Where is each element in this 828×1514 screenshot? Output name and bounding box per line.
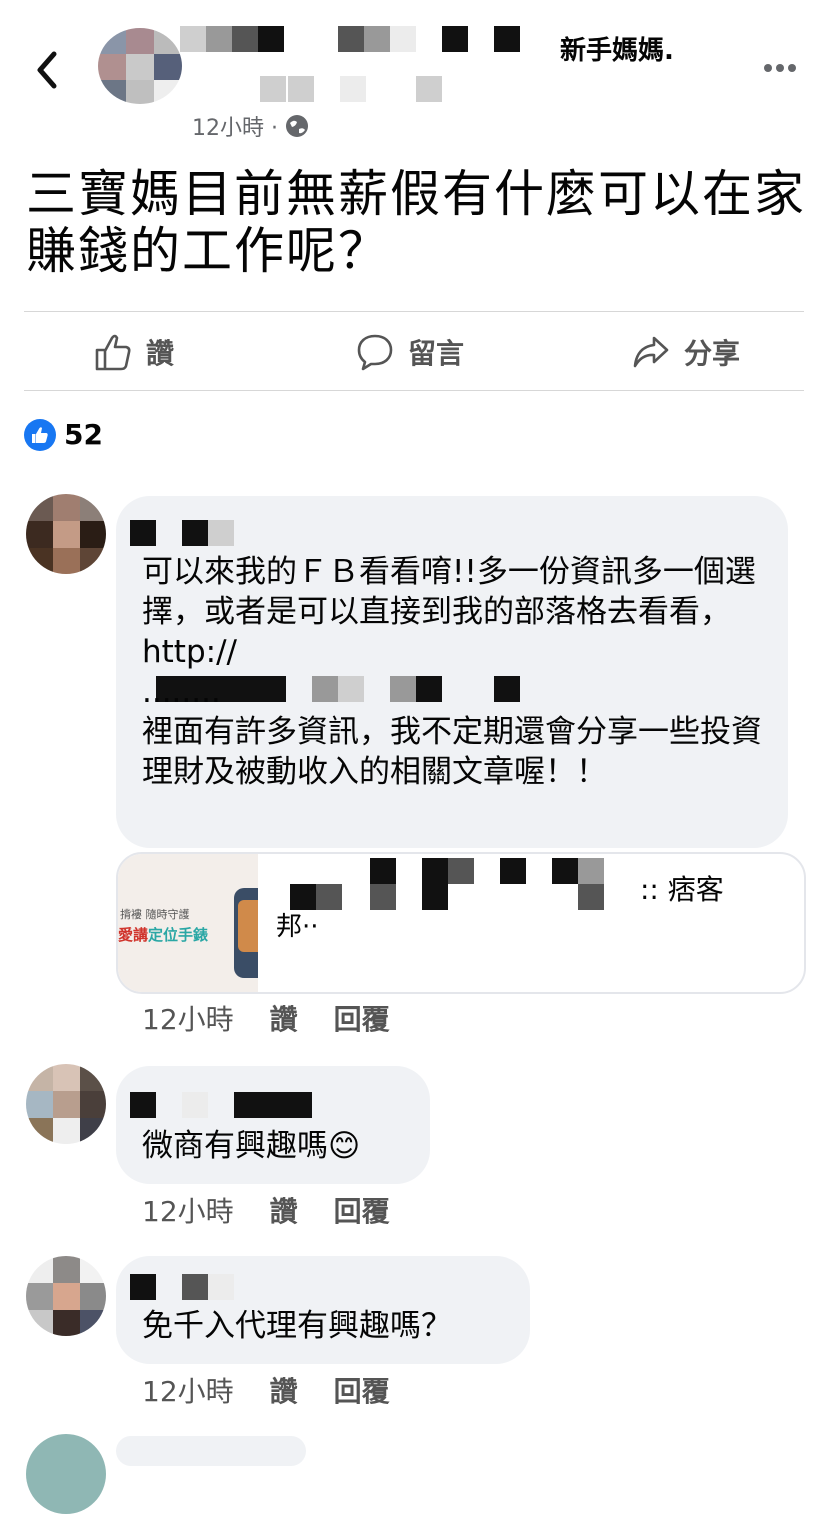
divider-bottom (24, 390, 804, 391)
share-arrow-icon (633, 336, 669, 368)
comment-meta: 12小時 讚 回覆 (142, 998, 390, 1038)
like-label: 讚 (146, 337, 175, 370)
link-preview-image: 揹褸 隨時守護 愛講定位手錶 (118, 854, 258, 992)
commenter-name-redacted[interactable] (130, 520, 240, 546)
post-timestamp[interactable]: 12小時 · (192, 110, 278, 142)
comment-bubble[interactable] (116, 1066, 430, 1184)
group-name[interactable]: 新手媽媽. (560, 30, 674, 67)
commenter-avatar[interactable] (26, 1434, 106, 1514)
comment-meta: 12小時 讚 回覆 (142, 1370, 390, 1410)
link-title-line2: 邦·· (276, 912, 319, 942)
comment-label: 留言 (408, 337, 465, 370)
comment-button[interactable]: 留言 (356, 326, 464, 378)
comment-like-button[interactable]: 讚 (270, 998, 298, 1038)
post-text: 三寶媽目前無薪假有什麼可以在家賺錢的工作呢？ (26, 165, 806, 280)
comment-text: 免千入代理有興趣嗎？ (142, 1308, 452, 1344)
reaction-summary[interactable]: 52 (24, 418, 103, 451)
comment-text: 可以來我的ＦＢ看看唷!!多一份資訊多一個選擇，或者是可以直接到我的部落格去看看，… (142, 554, 756, 670)
comment-like-button[interactable]: 讚 (270, 1190, 298, 1230)
like-reaction-icon (24, 418, 56, 451)
like-button[interactable]: 讚 (94, 326, 174, 378)
comment-bubble-icon (357, 334, 393, 371)
author-avatar[interactable] (98, 28, 182, 104)
more-dots-icon (764, 64, 796, 72)
link-title-redacted (278, 858, 648, 914)
globe-icon (285, 115, 308, 137)
comment-reply-button[interactable]: 回覆 (334, 998, 390, 1038)
link-title-suffix: :: 痞客 (640, 873, 724, 906)
commenter-avatar[interactable] (26, 1064, 106, 1144)
comment-time[interactable]: 12小時 (142, 1370, 234, 1410)
comment-reply-button[interactable]: 回覆 (334, 1190, 390, 1230)
share-button[interactable]: 分享 (632, 326, 740, 378)
commenter-name-redacted[interactable] (130, 1092, 320, 1118)
commenter-avatar[interactable] (26, 1256, 106, 1336)
link-preview-card[interactable]: 揹褸 隨時守護 愛講定位手錶 :: 痞客 邦·· (116, 852, 806, 994)
preview-red-text: 愛講 (118, 926, 149, 944)
comment-text-continued: ........ 裡面有許多資訊，我不定期還會分享一些投資理財及被動收入的相關文… (142, 674, 762, 790)
commenter-avatar[interactable] (26, 494, 106, 574)
preview-teal-text: 定位手錶 (148, 926, 209, 944)
divider-top (24, 311, 804, 312)
author-name-redacted[interactable] (180, 26, 540, 106)
comment-time[interactable]: 12小時 (142, 998, 234, 1038)
chevron-left-icon (37, 51, 57, 89)
comment-meta: 12小時 讚 回覆 (142, 1190, 390, 1230)
preview-small-text: 揹褸 隨時守護 (120, 908, 190, 921)
reaction-count: 52 (64, 418, 103, 451)
back-button[interactable] (28, 48, 68, 92)
comment-time[interactable]: 12小時 (142, 1190, 234, 1230)
comment-bubble[interactable] (116, 1436, 306, 1466)
comment-reply-button[interactable]: 回覆 (334, 1370, 390, 1410)
comment-like-button[interactable]: 讚 (270, 1370, 298, 1410)
post-meta: 12小時 · (192, 110, 310, 142)
share-label: 分享 (684, 337, 741, 370)
commenter-name-redacted[interactable] (130, 1274, 240, 1300)
thumbs-up-icon (95, 334, 131, 371)
comment-text: 微商有興趣嗎😊 (142, 1128, 361, 1164)
more-options-button[interactable] (760, 56, 800, 80)
